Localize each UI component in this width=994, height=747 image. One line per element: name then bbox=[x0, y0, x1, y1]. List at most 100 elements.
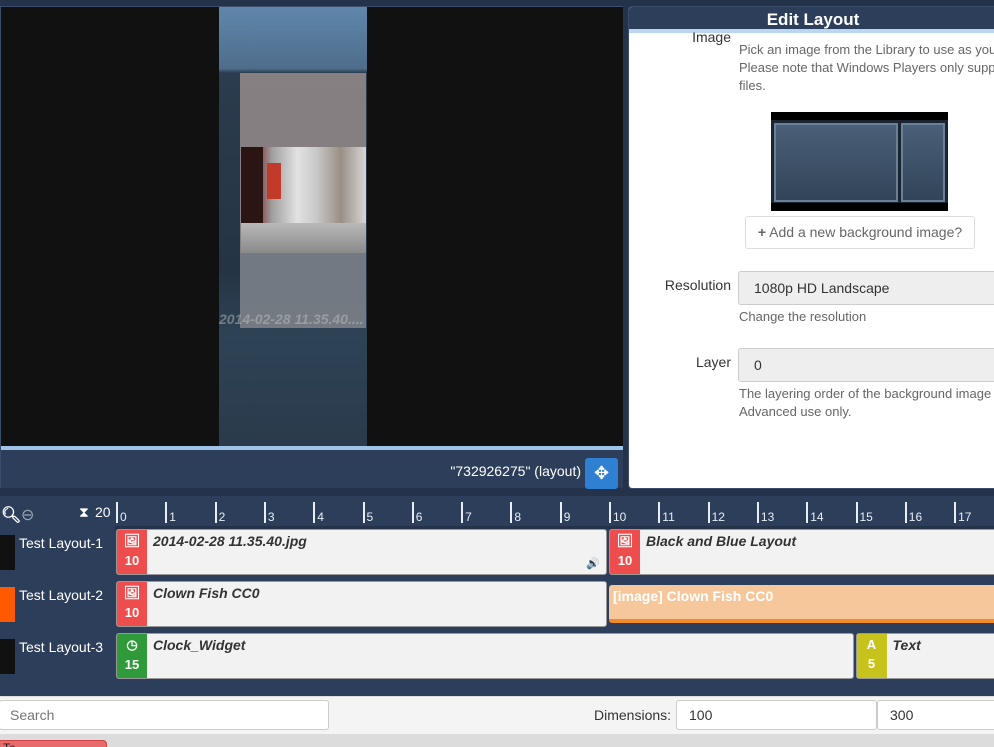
track-name: Test Layout-1 bbox=[19, 535, 104, 551]
ruler-tick bbox=[806, 502, 809, 523]
ruler-tick bbox=[362, 502, 365, 523]
ruler-tick-label: 1 bbox=[169, 510, 176, 524]
resolution-label: Resolution bbox=[664, 277, 731, 293]
thumbnail-pane-left bbox=[774, 123, 898, 202]
ruler-tick-label: 5 bbox=[366, 510, 374, 524]
dimensions-label: Dimensions: bbox=[594, 707, 672, 723]
image-icon: 🖼 bbox=[616, 533, 634, 548]
ruler-tick-label: 9 bbox=[563, 510, 571, 524]
layout-designer: 2014-02-28 11.35.40.... "732926275" (lay… bbox=[0, 0, 994, 747]
hourglass-icon: ⧗ bbox=[79, 504, 89, 520]
preview-status-bar: "732926275" (layout) ✥ bbox=[1, 446, 623, 489]
preview-canvas[interactable]: 2014-02-28 11.35.40.... bbox=[1, 7, 623, 446]
search-input[interactable] bbox=[0, 700, 329, 730]
ruler-tick-label: 0 bbox=[120, 510, 127, 524]
timeline-ruler[interactable]: 0 1 2 3 4 5 6 7 8 9 10 11 12 13 14 15 16 17 bbox=[115, 496, 994, 529]
ruler-tick bbox=[559, 502, 562, 523]
widget-badge: 🖼 10 bbox=[117, 530, 147, 574]
layout-id-label: "732926275" (layout) bbox=[450, 463, 581, 479]
thumbnail-pane-right bbox=[901, 123, 945, 202]
ruler-tick-label: 6 bbox=[415, 510, 423, 524]
ruler-tick-label: 10 bbox=[613, 510, 627, 524]
move-button[interactable]: ✥ bbox=[585, 458, 618, 489]
add-background-label: Add a new background image? bbox=[769, 224, 963, 240]
widget-duration: 10 bbox=[617, 553, 633, 568]
timeline-track: Test Layout-2 🖼 10 Clown Fish CC0 [image] Cl… bbox=[0, 581, 994, 629]
ruler-tick-label: 4 bbox=[317, 510, 324, 524]
timeline-toolbar: 🔍︎ ⊖ ⧗ 20 bbox=[0, 496, 115, 529]
image-icon: 🖼 bbox=[123, 585, 141, 600]
footer-tag[interactable]: Te bbox=[0, 740, 107, 747]
ruler-tick bbox=[904, 502, 907, 523]
timeline-track: Test Layout-3 ◷ 15 Clock_Widget A 5 Text bbox=[0, 633, 994, 681]
width-input[interactable] bbox=[676, 700, 877, 730]
ruler-tick-label: 12 bbox=[711, 510, 725, 524]
plus-icon: + bbox=[757, 224, 767, 240]
widget-duration: 15 bbox=[124, 657, 140, 672]
ruler-tick-label: 7 bbox=[465, 510, 472, 524]
layer-input[interactable]: 0 bbox=[738, 348, 994, 382]
ruler-tick-label: 16 bbox=[908, 510, 923, 524]
layer-help-1: The layering order of the background ima… bbox=[739, 386, 994, 401]
widget-name: [image] Clown Fish CC0 bbox=[613, 588, 774, 604]
resolution-select[interactable]: 1080p HD Landscape bbox=[738, 271, 994, 305]
ruler-tick bbox=[707, 502, 710, 523]
timeline-widget[interactable]: ◷ 15 Clock_Widget bbox=[116, 633, 854, 679]
add-background-image-button[interactable]: + Add a new background image? bbox=[745, 216, 975, 249]
layout-preview-panel: 2014-02-28 11.35.40.... "732926275" (lay… bbox=[0, 6, 623, 489]
ruler-tick bbox=[954, 502, 957, 523]
timeline-widget[interactable]: 🖼 10 Black and Blue Layout bbox=[609, 529, 994, 575]
ruler-tick bbox=[313, 502, 316, 523]
zoom-in-icon[interactable]: 🔍︎ bbox=[1, 505, 21, 525]
widget-badge: ◷ 15 bbox=[117, 634, 147, 678]
widget-drop-preview[interactable]: [image] Clown Fish CC0 bbox=[609, 585, 994, 623]
resolution-help: Change the resolution bbox=[739, 309, 867, 324]
widget-badge: 🖼 10 bbox=[610, 530, 640, 574]
height-input[interactable] bbox=[877, 700, 994, 730]
widget-name: Clock_Widget bbox=[153, 637, 246, 653]
zoom-out-icon[interactable]: ⊖ bbox=[21, 505, 34, 525]
track-name: Test Layout-3 bbox=[19, 639, 104, 655]
ruler-tick bbox=[609, 502, 611, 523]
ruler-tick-label: 17 bbox=[958, 510, 972, 524]
ruler-tick bbox=[510, 502, 513, 523]
footer-strip: Te bbox=[0, 734, 994, 747]
text-icon: A bbox=[866, 637, 877, 652]
ruler-tick bbox=[165, 502, 168, 523]
track-color-swatch bbox=[0, 639, 15, 674]
widget-name: Text bbox=[892, 637, 921, 653]
ruler-tick-label: 15 bbox=[859, 510, 873, 524]
timeline: 🔍︎ ⊖ ⧗ 20 0 1 2 3 4 5 6 7 8 9 10 11 12 13 14 15 16 17 Tes… bbox=[0, 496, 994, 696]
widget-badge: 🖼 10 bbox=[117, 582, 147, 626]
background-image-help-3: files. bbox=[739, 78, 766, 93]
clock-icon: ◷ bbox=[126, 637, 138, 652]
ruler-tick bbox=[658, 502, 661, 523]
timeline-widget[interactable]: 🖼 10 Clown Fish CC0 bbox=[116, 581, 607, 627]
ruler-tick bbox=[756, 502, 759, 523]
timeline-widget[interactable]: A 5 Text bbox=[855, 633, 994, 679]
edit-layout-title: Edit Layout bbox=[629, 7, 994, 33]
background-image-thumbnail[interactable] bbox=[771, 112, 948, 211]
widget-badge: A5 bbox=[856, 634, 887, 678]
image-icon: 🖼 bbox=[123, 533, 141, 548]
bottom-toolbar: Dimensions: bbox=[0, 696, 994, 734]
background-image-help-1: Pick an image from the Library to use as… bbox=[739, 42, 994, 57]
ruler-tick-label: 13 bbox=[760, 510, 775, 524]
edit-layout-panel: Edit Layout Image Pick an image from the… bbox=[628, 6, 994, 489]
ruler-tick-label: 11 bbox=[662, 510, 675, 524]
track-color-swatch bbox=[0, 535, 15, 570]
photo-street bbox=[241, 223, 366, 253]
widget-name: 2014-02-28 11.35.40.jpg bbox=[153, 533, 307, 549]
arrows-move-icon: ✥ bbox=[593, 463, 610, 483]
photo-sign bbox=[267, 163, 281, 199]
ruler-tick bbox=[116, 502, 118, 523]
background-image-help-2: Please note that Windows Players only su… bbox=[739, 60, 994, 75]
track-color-swatch bbox=[0, 587, 15, 622]
timeline-widget[interactable]: 🖼 10 2014-02-28 11.35.40.jpg 🔊 bbox=[116, 529, 607, 575]
widget-name: Black and Blue Layout bbox=[646, 533, 797, 549]
timeline-track: Test Layout-1 🖼 10 2014-02-28 11.35.40.jpg 🔊… bbox=[0, 529, 994, 577]
ruler-tick bbox=[214, 502, 217, 523]
audio-icon[interactable]: 🔊 bbox=[586, 557, 600, 570]
region-caption: 2014-02-28 11.35.40.... bbox=[219, 311, 364, 327]
ruler-tick bbox=[461, 502, 464, 523]
